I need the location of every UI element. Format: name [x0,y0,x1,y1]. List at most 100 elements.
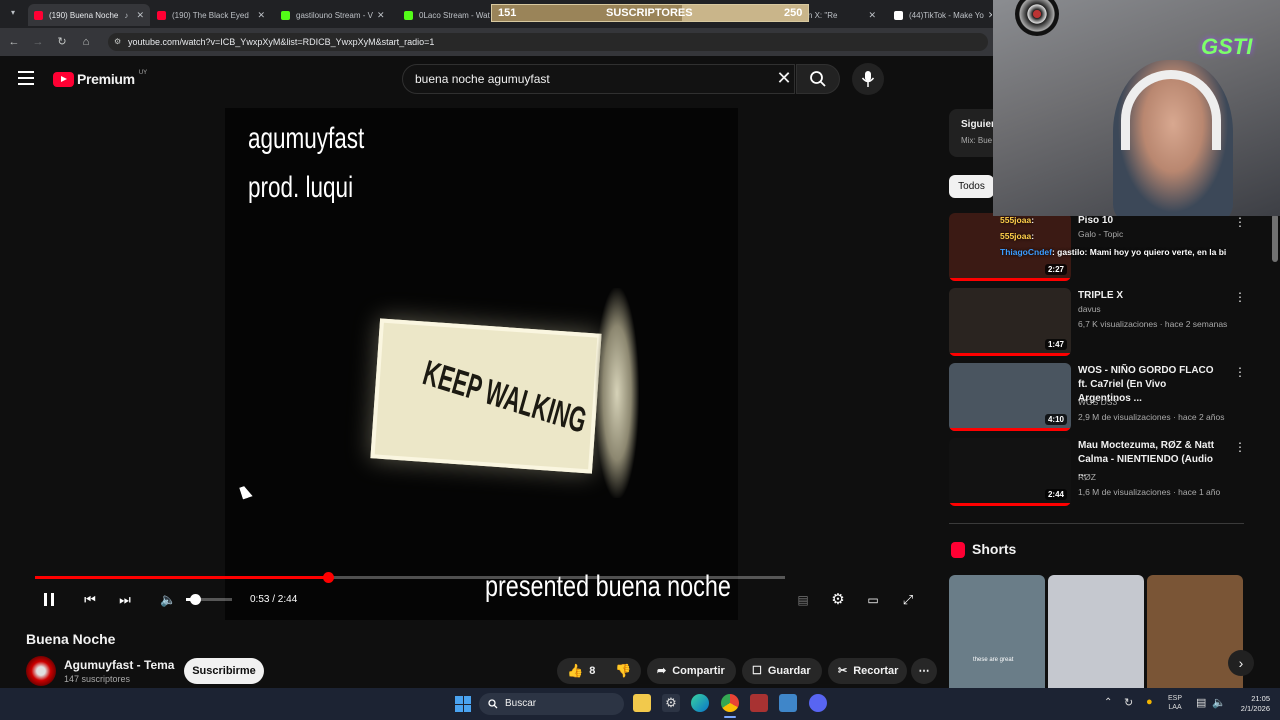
video-channel[interactable]: RØZ [1078,472,1096,482]
taskbar-search[interactable]: Buscar [479,693,624,715]
dancing-figure-silhouette [595,288,639,498]
short-thumbnail[interactable] [1048,575,1144,688]
subscriber-count-label: 147 suscriptores [64,674,131,684]
file-explorer-icon[interactable] [633,694,651,712]
tray-mic-icon[interactable]: ● [1146,696,1153,708]
video-title: Buena Noche [26,631,116,647]
language-indicator[interactable]: ESP LAA [1168,694,1182,712]
thumbs-down-icon[interactable]: 👎 [615,658,631,684]
tray-sync-icon[interactable]: ↻ [1124,696,1133,709]
tab-audio-icon[interactable]: ♪ [124,11,128,20]
tab-close-icon[interactable]: ✕ [373,10,385,21]
volume-icon[interactable]: 🔈 [160,591,176,609]
next-icon[interactable]: ⏭ [117,591,133,609]
video-progress-bar[interactable] [35,572,785,583]
more-actions-button[interactable]: ⋯ [911,658,937,684]
sidebar-scrollbar[interactable] [1272,214,1278,262]
recommended-video[interactable]: 4:10 WOS - NIÑO GORDO FLACO ft. Ca7riel (… [949,363,1249,435]
save-button[interactable]: ☐ Guardar [742,658,822,684]
video-channel[interactable]: davus [1078,304,1101,314]
video-title[interactable]: Piso 10 [1078,214,1218,228]
thumbs-up-icon: 👍 [567,663,584,678]
volume-slider[interactable] [186,594,232,605]
short-thumbnail[interactable] [1147,575,1243,688]
watched-bar [949,503,1071,506]
speaker-icon[interactable]: 🔈 [1212,696,1226,709]
back-icon[interactable]: ← [6,34,22,50]
search-input[interactable]: buena noche agumuyfast [402,64,795,94]
short-thumbnail[interactable]: these are great [949,575,1045,688]
recommended-video[interactable]: 2:44 Mau Moctezuma, RØZ & Natt Calma - NI… [949,438,1249,510]
video-duration: 4:10 [1044,414,1067,425]
edge-icon[interactable] [691,694,709,712]
tab-list-dropdown[interactable]: ▾ [6,8,20,20]
tab-close-icon[interactable]: ✕ [984,10,992,21]
clip-button[interactable]: ✂ Recortar [828,658,907,684]
video-channel[interactable]: Galo - Topic [1078,229,1123,239]
tab-close-icon[interactable]: ✕ [864,10,876,21]
subtitles-icon[interactable]: ▤ [794,591,812,609]
reload-icon[interactable]: ↻ [54,34,70,50]
voice-search-button[interactable] [852,63,884,95]
video-title[interactable]: TRIPLE X [1078,289,1218,303]
scissors-icon: ✂ [838,665,848,677]
tab-close-icon[interactable]: ✕ [253,10,265,21]
share-button[interactable]: ➦ Compartir [647,658,736,684]
window-app-icon[interactable] [779,694,797,712]
browser-tab[interactable]: 0Laco Stream - Watc✕ [398,4,490,26]
search-button[interactable] [796,64,840,94]
windows-start-icon[interactable] [455,696,471,712]
video-duration: 2:44 [1044,489,1067,500]
pause-button[interactable] [40,591,58,609]
video-thumbnail[interactable]: 4:10 [949,363,1071,431]
browser-tab[interactable]: (44)TikTok - Make Yo ✕ [888,4,992,26]
clear-search-icon[interactable]: ✕ [775,68,793,88]
more-options-icon[interactable]: ⋮ [1234,215,1246,229]
obs-app-icon[interactable] [750,694,768,712]
video-player[interactable]: agumuyfast prod. luqui KEEP WALKING pres… [225,108,738,620]
theater-mode-icon[interactable]: ▭ [864,591,882,609]
fullscreen-icon[interactable]: ⤢ [899,591,917,609]
address-bar[interactable]: ⚙ youtube.com/watch?v=ICB_YwxpXyM&list=R… [108,33,988,51]
home-icon[interactable]: ⌂ [78,34,94,50]
browser-tab[interactable]: (190) Buena Noche ♪ ✕ [28,4,150,26]
sign-text: KEEP WALKING [420,351,589,442]
video-channel[interactable]: WOS DS3 [1078,397,1117,407]
url-text: youtube.com/watch?v=ICB_YwxpXyM&list=RDI… [128,37,435,47]
discord-icon[interactable] [809,694,827,712]
more-options-icon[interactable]: ⋮ [1234,440,1246,454]
youtube-logo[interactable]: Premium UY [53,70,147,88]
settings-app-icon[interactable]: ⚙ [662,694,680,712]
forward-icon[interactable]: → [30,34,46,50]
progress-scrubber[interactable] [322,572,334,583]
settings-icon[interactable]: ⚙ [828,591,848,609]
like-button[interactable]: 👍 8 [567,658,595,684]
chat-separator: : [1031,231,1035,241]
video-title[interactable]: Mau Moctezuma, RØZ & Natt Calma - NIENTI… [1078,439,1218,481]
browser-tab[interactable]: gastilouno Stream - V ✕ [275,4,385,26]
keep-walking-sign: KEEP WALKING [370,318,602,474]
video-thumbnail[interactable]: 1:47 [949,288,1071,356]
channel-name[interactable]: Agumuyfast - Tema [64,658,174,672]
recommended-video[interactable]: 1:47 TRIPLE Xdavus 6,7 K visualizaciones ·… [949,288,1249,360]
chrome-icon[interactable] [721,694,739,712]
watched-bar [949,353,1071,356]
volume-knob[interactable] [190,594,202,605]
tray-chevron-icon[interactable]: ⌃ [1104,697,1112,708]
tab-close-icon[interactable]: ✕ [132,10,144,21]
menu-icon[interactable] [18,71,34,85]
subscribe-button[interactable]: Suscribirme [184,658,264,684]
clock[interactable]: 21:05 2/1/2026 [1232,694,1270,714]
video-thumbnail[interactable]: 2:44 [949,438,1071,506]
more-options-icon[interactable]: ⋮ [1234,290,1246,304]
network-icon[interactable]: ▤ [1196,696,1206,709]
shorts-next-button[interactable]: › [1228,650,1254,676]
more-options-icon[interactable]: ⋮ [1234,365,1246,379]
browser-tab[interactable]: (190) The Black Eyed ✕ [151,4,271,26]
site-info-icon[interactable]: ⚙ [114,33,121,51]
filter-chip-all[interactable]: Todos [949,175,994,198]
chat-username: 555joaa [1000,215,1032,225]
filter-chip-label: Todos [958,181,985,192]
previous-icon[interactable]: ⏮ [82,591,98,609]
channel-avatar[interactable] [26,656,56,686]
